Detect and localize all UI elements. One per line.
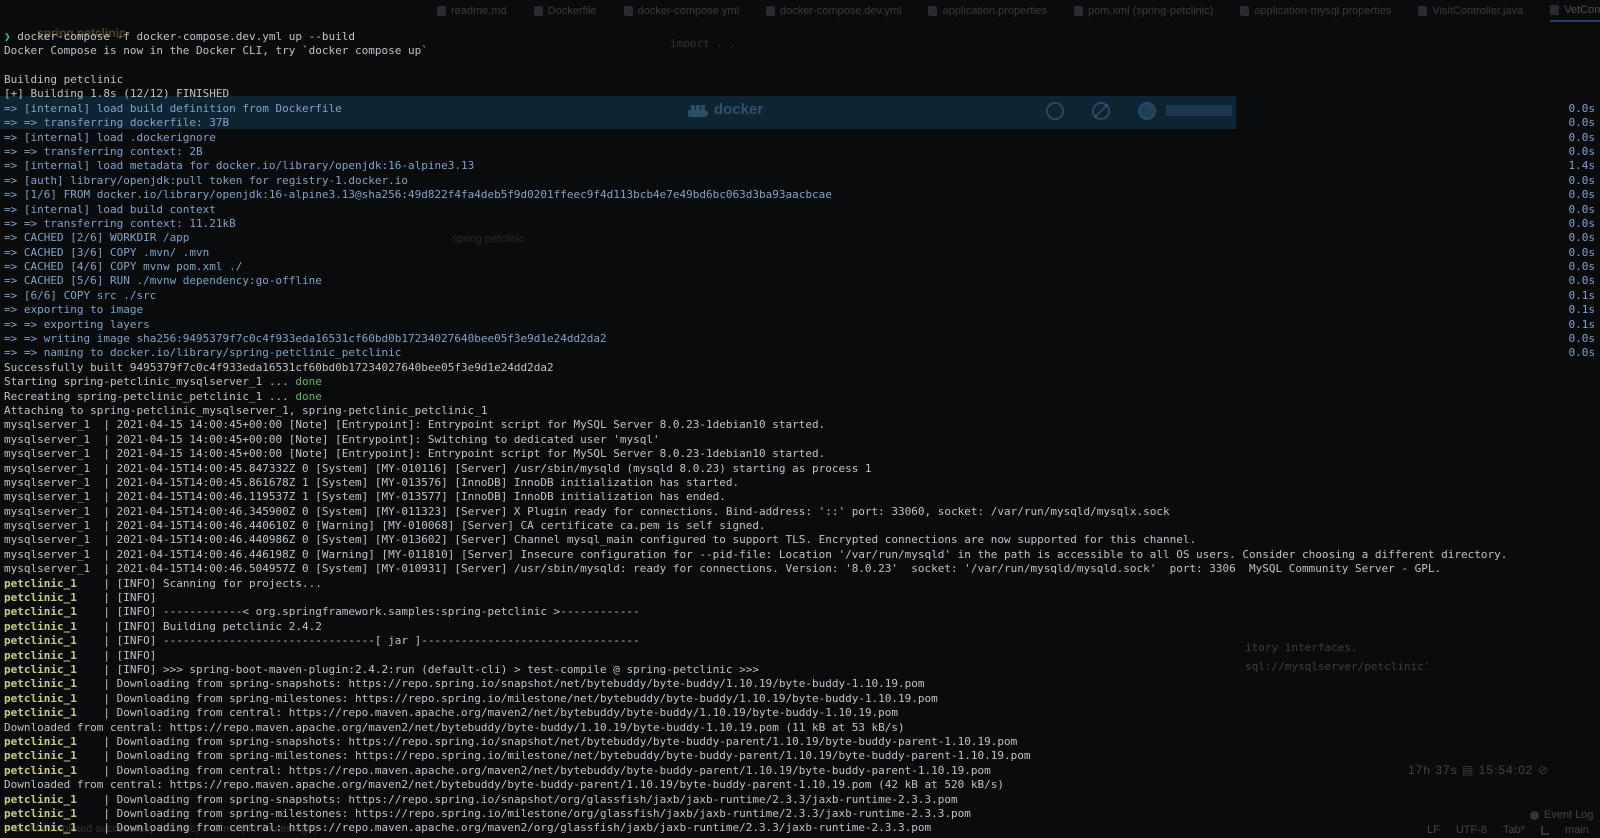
terminal-line: => [internal] load .dockerignore0.0s <box>4 131 1600 145</box>
terminal-line: petclinic_1 | Downloading from spring-sn… <box>4 793 1600 807</box>
terminal-line: => [internal] load build context0.0s <box>4 203 1600 217</box>
build-step-timing: 0.0s <box>1569 246 1596 260</box>
build-step-timing: 0.0s <box>1569 274 1596 288</box>
terminal-line: mysqlserver_1 | 2021-04-15T14:00:46.5049… <box>4 562 1600 576</box>
terminal-line: mysqlserver_1 | 2021-04-15 14:00:45+00:0… <box>4 433 1600 447</box>
terminal-line: petclinic_1 | [INFO] Building petclinic … <box>4 620 1600 634</box>
screen: readme.mdDockerfiledocker-compose.ymldoc… <box>0 0 1600 838</box>
terminal-line: petclinic_1 | Downloading from central: … <box>4 706 1600 720</box>
terminal-line: => CACHED [4/6] COPY mvnw pom.xml ./0.0s <box>4 260 1600 274</box>
build-step-timing: 0.0s <box>1569 260 1596 274</box>
terminal-line: petclinic_1 | Downloading from central: … <box>4 821 1600 835</box>
terminal-line: => => transferring context: 11.21kB0.0s <box>4 217 1600 231</box>
terminal-line: Downloaded from central: https://repo.ma… <box>4 721 1600 735</box>
build-step-timing: 0.1s <box>1569 318 1596 332</box>
terminal-output: ❯ docker-compose -f docker-compose.dev.y… <box>4 30 1600 838</box>
terminal-line: petclinic_1 | Downloading from central: … <box>4 764 1600 778</box>
terminal-line: => CACHED [5/6] RUN ./mvnw dependency:go… <box>4 274 1600 288</box>
terminal-line: mysqlserver_1 | 2021-04-15T14:00:45.8473… <box>4 462 1600 476</box>
terminal-line: => => transferring context: 2B0.0s <box>4 145 1600 159</box>
terminal-line: mysqlserver_1 | 2021-04-15T14:00:46.4406… <box>4 519 1600 533</box>
terminal-line: petclinic_1 | [INFO] <box>4 591 1600 605</box>
build-step-timing: 0.0s <box>1569 145 1596 159</box>
build-step-timing: 0.0s <box>1569 131 1596 145</box>
terminal-line: [+] Building 1.8s (12/12) FINISHED <box>4 87 1600 101</box>
terminal-line: petclinic_1 | [INFO] Scanning for projec… <box>4 577 1600 591</box>
terminal-line: => [internal] load build definition from… <box>4 102 1600 116</box>
terminal-line: => => naming to docker.io/library/spring… <box>4 346 1600 360</box>
terminal-line: petclinic_1 | [INFO] -------------------… <box>4 634 1600 648</box>
terminal-line: Starting spring-petclinic_mysqlserver_1 … <box>4 375 1600 389</box>
terminal-line: ❯ docker-compose -f docker-compose.dev.y… <box>4 30 1600 44</box>
build-step-timing: 0.0s <box>1569 174 1596 188</box>
terminal-line: => exporting to image0.1s <box>4 303 1600 317</box>
build-step-timing: 0.0s <box>1569 217 1596 231</box>
terminal-line <box>4 59 1600 73</box>
build-step-timing: 0.0s <box>1569 346 1596 360</box>
terminal-line: mysqlserver_1 | 2021-04-15T14:00:45.8616… <box>4 476 1600 490</box>
terminal-line: Successfully built 9495379f7c0c4f933eda1… <box>4 361 1600 375</box>
terminal-line: => => writing image sha256:9495379f7c0c4… <box>4 332 1600 346</box>
build-step-timing: 0.1s <box>1569 303 1596 317</box>
terminal-line: => => exporting layers0.1s <box>4 318 1600 332</box>
terminal-line: mysqlserver_1 | 2021-04-15T14:00:46.3459… <box>4 505 1600 519</box>
terminal-line: petclinic_1 | Downloading from spring-sn… <box>4 735 1600 749</box>
terminal-line: Docker Compose is now in the Docker CLI,… <box>4 44 1600 58</box>
terminal-window[interactable]: ❯ docker-compose -f docker-compose.dev.y… <box>0 0 1600 838</box>
terminal-line: petclinic_1 | Downloading from spring-sn… <box>4 677 1600 691</box>
build-step-timing: 0.0s <box>1569 332 1596 346</box>
terminal-line: Recreating spring-petclinic_petclinic_1 … <box>4 390 1600 404</box>
terminal-line: petclinic_1 | Downloading from spring-mi… <box>4 749 1600 763</box>
terminal-line: => [6/6] COPY src ./src0.1s <box>4 289 1600 303</box>
terminal-line: petclinic_1 | [INFO] <box>4 649 1600 663</box>
build-step-timing: 0.0s <box>1569 231 1596 245</box>
terminal-line: => => transferring dockerfile: 37B0.0s <box>4 116 1600 130</box>
build-step-timing: 1.4s <box>1569 159 1596 173</box>
terminal-line: Attaching to spring-petclinic_mysqlserve… <box>4 404 1600 418</box>
terminal-line: Downloaded from central: https://repo.ma… <box>4 778 1600 792</box>
terminal-line: mysqlserver_1 | 2021-04-15T14:00:46.4409… <box>4 533 1600 547</box>
terminal-line: mysqlserver_1 | 2021-04-15T14:00:46.1195… <box>4 490 1600 504</box>
terminal-line: petclinic_1 | Downloading from spring-mi… <box>4 692 1600 706</box>
build-step-timing: 0.1s <box>1569 289 1596 303</box>
terminal-line: => [auth] library/openjdk:pull token for… <box>4 174 1600 188</box>
terminal-line: Building petclinic <box>4 73 1600 87</box>
terminal-line: mysqlserver_1 | 2021-04-15 14:00:45+00:0… <box>4 447 1600 461</box>
terminal-line: petclinic_1 | [INFO] ------------< org.s… <box>4 605 1600 619</box>
build-step-timing: 0.0s <box>1569 188 1596 202</box>
build-step-timing: 0.0s <box>1569 116 1596 130</box>
terminal-line: mysqlserver_1 | 2021-04-15 14:00:45+00:0… <box>4 418 1600 432</box>
build-step-timing: 0.0s <box>1569 203 1596 217</box>
terminal-line: => CACHED [3/6] COPY .mvn/ .mvn0.0s <box>4 246 1600 260</box>
terminal-line: => [1/6] FROM docker.io/library/openjdk:… <box>4 188 1600 202</box>
terminal-line: petclinic_1 | [INFO] >>> spring-boot-mav… <box>4 663 1600 677</box>
terminal-line: => CACHED [2/6] WORKDIR /app0.0s <box>4 231 1600 245</box>
build-step-timing: 0.0s <box>1569 102 1596 116</box>
terminal-line: petclinic_1 | Downloading from spring-mi… <box>4 807 1600 821</box>
terminal-line: => [internal] load metadata for docker.i… <box>4 159 1600 173</box>
terminal-line: mysqlserver_1 | 2021-04-15T14:00:46.4461… <box>4 548 1600 562</box>
